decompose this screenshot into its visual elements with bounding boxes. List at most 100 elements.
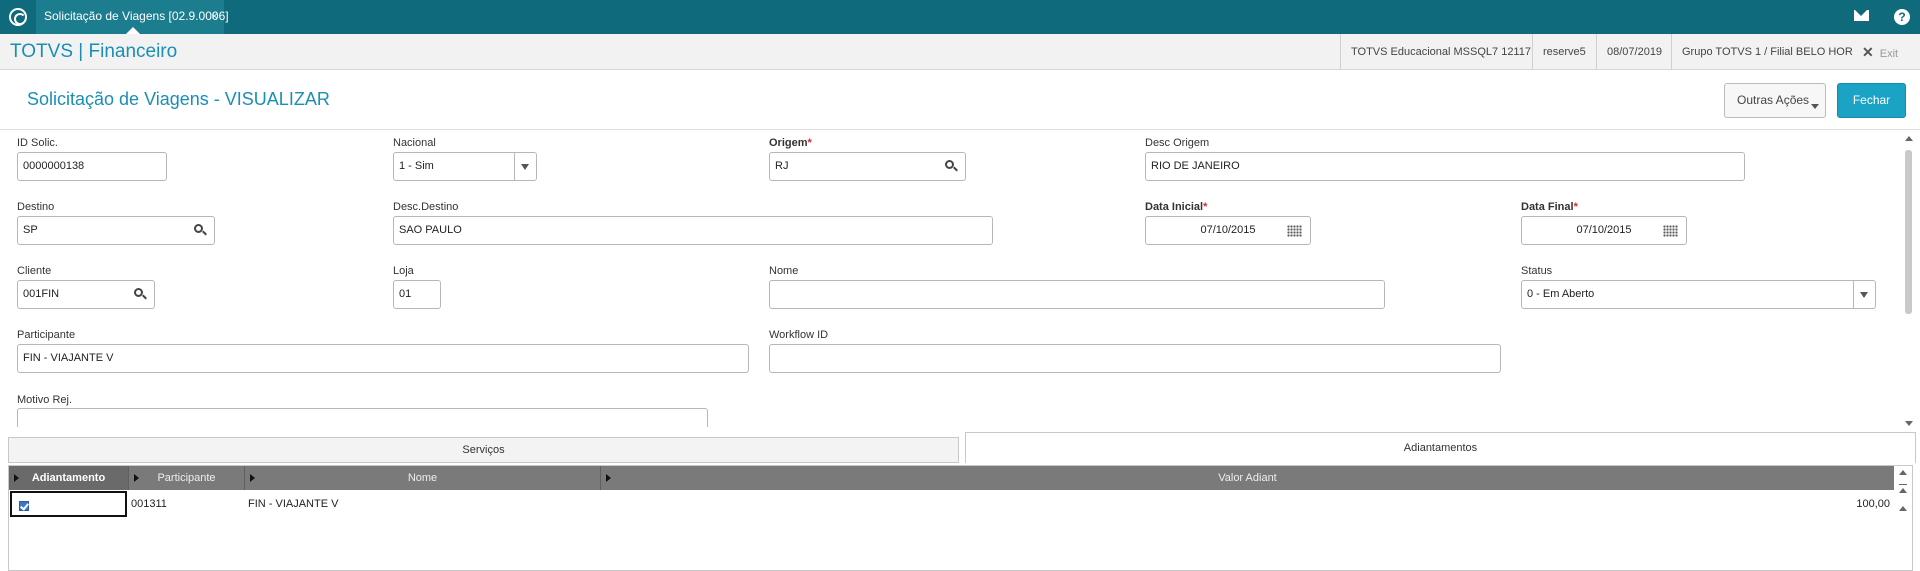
- tab-close-icon[interactable]: ×: [211, 0, 218, 32]
- page-title: Solicitação de Viagens - VISUALIZAR: [27, 89, 330, 109]
- adiantamentos-grid: Adiantamento Participante Nome Valor Adi…: [8, 465, 1913, 571]
- tab-servicos[interactable]: Serviços: [8, 437, 959, 463]
- required-marker: *: [807, 137, 812, 149]
- workflow-id-label: Workflow ID: [769, 329, 829, 341]
- id-solic-field[interactable]: 0000000138: [17, 152, 167, 181]
- scroll-down-icon[interactable]: [1905, 421, 1913, 426]
- motivo-rej-field[interactable]: [17, 408, 708, 427]
- column-header-valor-adiant[interactable]: Valor Adiant: [601, 466, 1894, 490]
- outras-acoes-button[interactable]: Outras Ações: [1724, 83, 1826, 118]
- column-header-label: Nome: [407, 472, 438, 484]
- scroll-top-bar: [1899, 484, 1907, 485]
- nome-label: Nome: [769, 265, 799, 277]
- column-header-label: Adiantamento: [31, 472, 106, 484]
- destino-value: SP: [23, 224, 38, 236]
- column-header-label: Participante: [157, 472, 216, 484]
- chevron-down-icon[interactable]: [514, 153, 536, 180]
- origem-label: Origem*: [769, 137, 812, 149]
- page-title-bar: Solicitação de Viagens - VISUALIZAR Outr…: [0, 70, 1920, 130]
- outras-acoes-label: Outras Ações: [1737, 93, 1810, 107]
- origem-value: RJ: [775, 160, 789, 172]
- date-info: 08/07/2019: [1596, 34, 1672, 70]
- destino-label: Destino: [17, 201, 55, 213]
- search-icon[interactable]: [945, 160, 958, 172]
- grid-scrollbar[interactable]: [1897, 470, 1909, 530]
- totvs-logo-icon[interactable]: [9, 8, 27, 26]
- loja-label: Loja: [393, 265, 414, 277]
- mail-icon[interactable]: [1854, 10, 1869, 21]
- column-header-nome[interactable]: Nome: [245, 466, 601, 490]
- sort-arrow-icon: [14, 474, 19, 482]
- nacional-value: 1 - Sim: [399, 160, 434, 172]
- tab-adiantamentos[interactable]: Adiantamentos: [965, 432, 1916, 463]
- calendar-icon[interactable]: [1287, 225, 1302, 237]
- exit-button[interactable]: ✕ Exit: [1862, 34, 1898, 72]
- top-bar: Solicitação de Viagens [02.9.0006] × ?: [0, 0, 1920, 34]
- participante-cell: 001311: [131, 498, 167, 510]
- destino-field[interactable]: SP: [17, 216, 215, 245]
- workflow-id-field[interactable]: [769, 344, 1501, 373]
- loja-field[interactable]: 01: [393, 280, 441, 309]
- id-solic-label: ID Solic.: [17, 137, 58, 149]
- data-inicial-value: 07/10/2015: [1200, 224, 1256, 236]
- active-tab-indicator: [126, 27, 140, 34]
- required-marker: *: [1203, 201, 1208, 213]
- data-final-label-text: Data Final: [1521, 201, 1574, 213]
- data-inicial-label: Data Inicial*: [1145, 201, 1207, 213]
- scroll-up-icon[interactable]: [1905, 136, 1913, 141]
- search-icon[interactable]: [134, 288, 147, 300]
- scroll-thumb[interactable]: [1905, 150, 1912, 314]
- status-select[interactable]: 0 - Em Aberto: [1521, 280, 1876, 309]
- origem-label-text: Origem: [769, 137, 808, 149]
- status-value: 0 - Em Aberto: [1527, 288, 1595, 300]
- tab-solicitacao-viagens[interactable]: Solicitação de Viagens [02.9.0006] ×: [36, 0, 229, 34]
- group-info: Grupo TOTVS 1 / Filial BELO HOR: [1671, 34, 1863, 70]
- scroll-top-icon[interactable]: [1899, 470, 1907, 475]
- app-header: TOTVS | Financeiro TOTVS Educacional MSS…: [0, 34, 1920, 70]
- data-final-field[interactable]: 07/10/2015: [1521, 216, 1687, 245]
- sort-arrow-icon: [134, 474, 139, 482]
- scroll-up-icon[interactable]: [1899, 488, 1907, 493]
- scroll-page-up-icon[interactable]: [1899, 506, 1907, 511]
- desc-origem-label: Desc Origem: [1145, 137, 1210, 149]
- data-final-value: 07/10/2015: [1576, 224, 1632, 236]
- nacional-label: Nacional: [393, 137, 436, 149]
- calendar-icon[interactable]: [1663, 225, 1678, 237]
- exit-label: Exit: [1879, 48, 1899, 60]
- close-icon: ✕: [1862, 44, 1874, 60]
- form-area: ID Solic. 0000000138 Nacional 1 - Sim Or…: [0, 131, 1920, 427]
- adiantamento-cell[interactable]: [10, 491, 127, 517]
- desc-destino-field[interactable]: SAO PAULO: [393, 216, 993, 245]
- help-icon[interactable]: ?: [1894, 9, 1910, 25]
- valor-adiant-cell: 100,00: [1856, 498, 1890, 510]
- table-row[interactable]: 001311 FIN - VIAJANTE V 100,00: [9, 491, 1894, 518]
- column-header-label: Valor Adiant: [1218, 472, 1277, 484]
- user-info: reserve5: [1532, 34, 1596, 70]
- data-inicial-field[interactable]: 07/10/2015: [1145, 216, 1311, 245]
- status-label: Status: [1521, 265, 1553, 277]
- column-header-adiantamento[interactable]: Adiantamento: [9, 466, 129, 490]
- data-inicial-label-text: Data Inicial: [1145, 201, 1204, 213]
- participante-label: Participante: [17, 329, 76, 341]
- motivo-rej-label: Motivo Rej.: [17, 394, 73, 406]
- participante-field[interactable]: FIN - VIAJANTE V: [17, 344, 749, 373]
- fechar-button[interactable]: Fechar: [1837, 83, 1906, 118]
- sort-arrow-icon: [250, 474, 255, 482]
- data-final-label: Data Final*: [1521, 201, 1578, 213]
- chevron-down-icon: [1811, 104, 1819, 109]
- grid-header: Adiantamento Participante Nome Valor Adi…: [9, 466, 1894, 490]
- nacional-select[interactable]: 1 - Sim: [393, 152, 537, 181]
- cliente-field[interactable]: 001FIN: [17, 280, 155, 309]
- search-icon[interactable]: [194, 224, 207, 236]
- chevron-down-icon[interactable]: [1853, 281, 1875, 308]
- origem-field[interactable]: RJ: [769, 152, 966, 181]
- checkbox-checked-icon[interactable]: [19, 501, 29, 511]
- required-marker: *: [1573, 201, 1578, 213]
- app-brand: TOTVS | Financeiro: [10, 41, 178, 62]
- nome-field[interactable]: [769, 280, 1385, 309]
- sort-arrow-icon: [606, 474, 611, 482]
- desc-origem-field[interactable]: RIO DE JANEIRO: [1145, 152, 1745, 181]
- nome-cell: FIN - VIAJANTE V: [248, 498, 339, 510]
- form-scrollbar[interactable]: [1903, 136, 1915, 426]
- column-header-participante[interactable]: Participante: [129, 466, 245, 490]
